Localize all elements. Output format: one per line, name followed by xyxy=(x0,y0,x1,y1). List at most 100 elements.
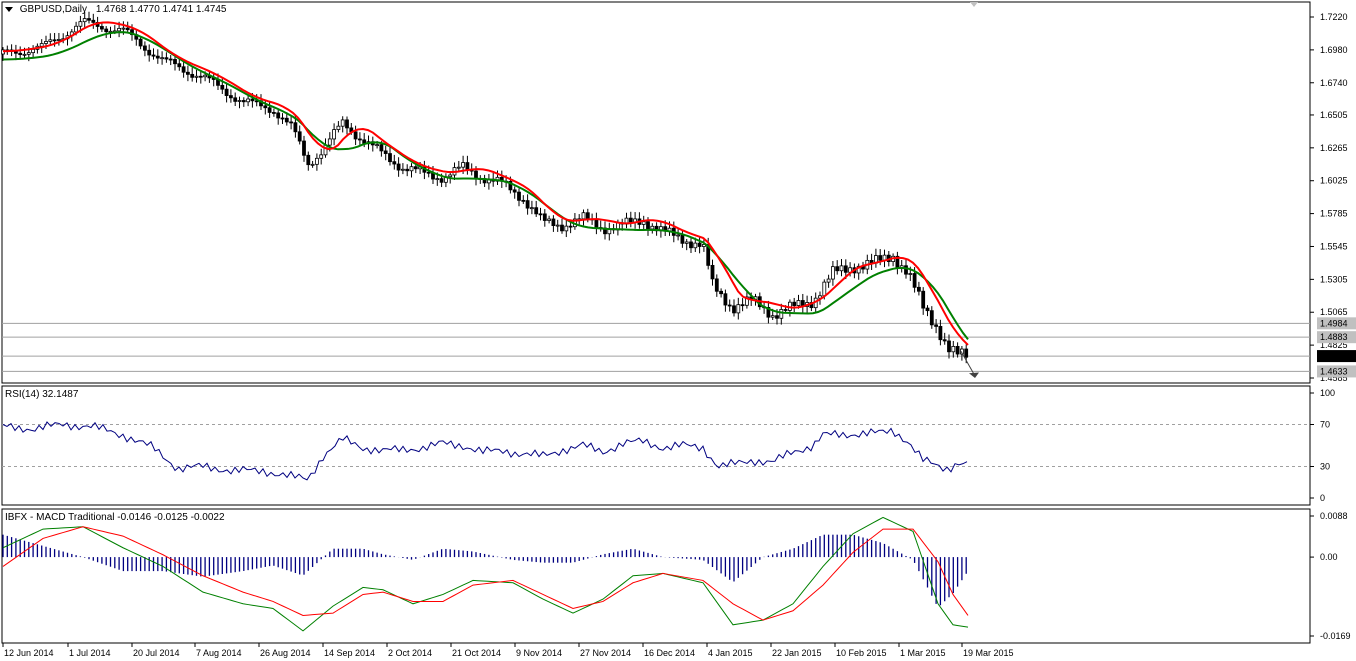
candle-body xyxy=(228,95,233,99)
candle-body xyxy=(775,315,779,319)
candle-body xyxy=(117,27,121,32)
date-axis-label: 26 Aug 2014 xyxy=(260,648,311,658)
candle-body xyxy=(727,304,732,307)
candle-body xyxy=(912,273,917,288)
candle-body xyxy=(942,339,947,342)
candle-body xyxy=(57,39,61,41)
candle-body xyxy=(534,207,539,215)
dropdown-icon[interactable] xyxy=(5,6,13,12)
candle-body xyxy=(465,162,470,170)
candle-body xyxy=(39,43,44,47)
candle-body xyxy=(461,162,466,168)
candle-body xyxy=(594,218,599,228)
candle-body xyxy=(194,75,199,78)
candle-body xyxy=(220,84,225,90)
rsi-label: RSI(14) 32.1487 xyxy=(5,389,79,400)
candle-body xyxy=(512,189,517,193)
candle-body xyxy=(435,178,440,181)
candle-body xyxy=(160,57,165,60)
candle-body xyxy=(964,348,969,358)
price-badge-label: 1.4883 xyxy=(1320,332,1348,342)
candle-body xyxy=(392,161,397,165)
candle-body xyxy=(121,27,126,30)
price-badge-label: 1.4633 xyxy=(1320,366,1348,376)
candle-body xyxy=(448,174,453,178)
candle-body xyxy=(185,71,190,75)
candle-body xyxy=(521,199,526,202)
candle-body xyxy=(78,21,83,27)
symbol-header[interactable]: GBPUSD,Daily 1.4768 1.4770 1.4741 1.4745 xyxy=(5,4,227,16)
candle-body xyxy=(138,38,143,47)
candle-body xyxy=(426,171,431,174)
candle-body xyxy=(353,131,358,140)
candle-body xyxy=(646,221,650,230)
signal-line[interactable] xyxy=(2,526,969,621)
date-axis-label: 16 Dec 2014 xyxy=(644,648,695,658)
candle-body xyxy=(319,154,324,159)
candle-body xyxy=(52,39,57,42)
date-axis-label: 9 Nov 2014 xyxy=(516,648,562,658)
rsi-axis-label: 0 xyxy=(1320,493,1325,503)
candle-body xyxy=(955,346,960,355)
macd-line[interactable] xyxy=(2,516,969,632)
price-axis-label: 1.6025 xyxy=(1320,176,1348,186)
candle-body xyxy=(181,66,186,73)
chart-window[interactable]: 1.7220 1.6980 1.6740 1.6505 1.6265 1.6025 1.57… xyxy=(0,0,1356,661)
price-axis-label: 1.6505 xyxy=(1320,110,1348,120)
candle-body xyxy=(22,53,27,56)
date-axis-label: 10 Feb 2015 xyxy=(836,648,887,658)
candle-body xyxy=(517,191,521,201)
moving-average-slow[interactable] xyxy=(2,21,969,346)
price-axis-label: 1.7220 xyxy=(1320,12,1348,22)
candle-body xyxy=(177,63,182,68)
candle-body xyxy=(831,266,835,280)
date-axis-label: 1 Mar 2015 xyxy=(900,648,946,658)
candle-body xyxy=(271,112,276,114)
date-axis-label: 7 Aug 2014 xyxy=(196,648,242,658)
candle-body xyxy=(190,73,195,78)
rsi-line[interactable] xyxy=(2,421,968,481)
candle-body xyxy=(263,105,268,109)
price-badge-label: 1.4984 xyxy=(1320,318,1348,328)
candle-body xyxy=(198,75,203,78)
candle-body xyxy=(564,225,569,232)
candle-body xyxy=(839,265,844,272)
candle-body xyxy=(409,166,414,172)
candle-body xyxy=(560,224,564,232)
candle-body xyxy=(921,290,926,309)
candle-body xyxy=(929,310,934,326)
candle-body xyxy=(676,234,680,237)
candle-body xyxy=(714,278,719,292)
price-axis-label: 1.5545 xyxy=(1320,241,1348,251)
macd-axis-label: 0.00 xyxy=(1320,552,1338,562)
shift-marker-icon[interactable] xyxy=(970,2,978,7)
candle-body xyxy=(306,154,311,166)
panel-frame-1 xyxy=(1,1,1311,384)
candle-body xyxy=(289,121,294,124)
date-axis-label: 27 Nov 2014 xyxy=(580,648,631,658)
candle-body xyxy=(904,265,908,275)
candle-body xyxy=(843,265,848,273)
candle-body xyxy=(164,57,169,60)
candle-body xyxy=(628,217,633,223)
date-axis-label: 20 Jul 2014 xyxy=(133,648,180,658)
arrow-down-icon[interactable] xyxy=(969,372,979,378)
candle-body xyxy=(650,225,655,230)
candle-body xyxy=(345,119,349,129)
date-axis-label: 4 Jan 2015 xyxy=(708,648,753,658)
candle-body xyxy=(779,309,784,319)
candle-body xyxy=(555,224,560,227)
candle-body xyxy=(917,286,921,292)
candle-body xyxy=(474,170,478,179)
candle-body xyxy=(400,168,405,171)
candle-body xyxy=(246,98,251,103)
candle-body xyxy=(168,58,173,61)
rsi-axis-label: 70 xyxy=(1320,420,1330,430)
chart-canvas[interactable]: 1.7220 1.6980 1.6740 1.6505 1.6265 1.6025 1.57… xyxy=(0,0,1356,661)
candle-body xyxy=(822,281,827,297)
candle-body xyxy=(697,242,702,247)
candle-body xyxy=(934,324,938,327)
macd-axis-label: -0.0169 xyxy=(1320,631,1351,641)
candle-body xyxy=(332,129,337,140)
candle-body xyxy=(87,18,91,21)
